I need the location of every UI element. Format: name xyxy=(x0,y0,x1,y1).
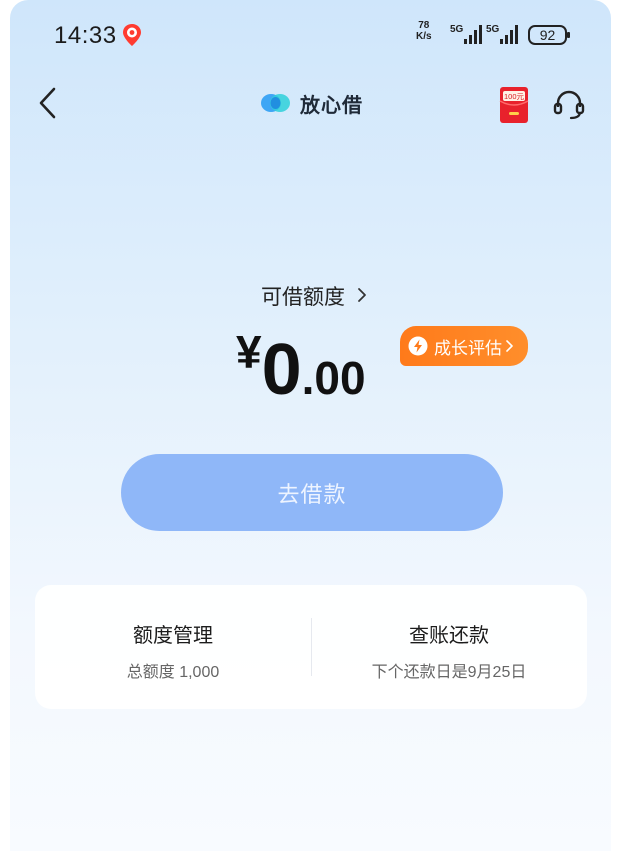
network-speed-value: 78 xyxy=(418,20,430,31)
amount-integer: 0 xyxy=(261,330,302,410)
borrow-button[interactable]: 去借款 xyxy=(121,454,503,531)
chevron-right-icon xyxy=(506,340,513,352)
red-packet-icon[interactable]: 100元 xyxy=(498,85,530,125)
brand-name: 放心借 xyxy=(300,94,363,117)
bill-repayment-title: 查账还款 xyxy=(409,625,489,647)
total-credit-text: 总额度 1,000 xyxy=(126,664,220,681)
available-credit-label[interactable]: 可借额度 xyxy=(261,281,345,311)
credit-management-entry[interactable]: 额度管理 总额度 1,000 xyxy=(35,619,311,682)
brand-logo-icon xyxy=(261,94,290,112)
battery-level: 92 xyxy=(540,27,556,43)
signal2-label: 5G xyxy=(486,24,500,35)
next-repayment-date: 下个还款日是9月25日 xyxy=(371,664,527,681)
status-time: 14:33 xyxy=(54,22,117,49)
chevron-right-icon[interactable] xyxy=(356,286,368,304)
signal1-label: 5G xyxy=(450,24,464,35)
credit-amount: ¥0.00 xyxy=(236,325,366,411)
lightning-icon xyxy=(408,336,428,356)
growth-assessment-badge[interactable]: 成长评估 xyxy=(400,326,528,366)
signal-icon: 5G xyxy=(450,24,482,44)
status-bar: 14:33 78 K/s 5G 5G 92 xyxy=(10,0,611,70)
signal-icon: 5G xyxy=(486,24,518,44)
app-screen: 14:33 78 K/s 5G 5G 92 放心借 100元 可借额度 ¥0.0… xyxy=(10,0,611,851)
map-pin-icon xyxy=(123,24,141,46)
back-icon[interactable] xyxy=(36,86,60,120)
bill-repayment-entry[interactable]: 查账还款 下个还款日是9月25日 xyxy=(311,619,587,682)
battery-icon: 92 xyxy=(528,25,570,45)
credit-management-title: 额度管理 xyxy=(133,625,213,647)
headset-icon[interactable] xyxy=(552,88,586,122)
red-packet-label: 100元 xyxy=(504,92,525,101)
growth-assessment-label: 成长评估 xyxy=(434,338,502,358)
network-speed: 78 K/s xyxy=(416,20,432,42)
network-speed-unit: K/s xyxy=(416,31,432,42)
account-card: 额度管理 总额度 1,000 查账还款 下个还款日是9月25日 xyxy=(35,585,587,709)
amount-decimal: .00 xyxy=(301,352,366,404)
brand-header: 放心借 xyxy=(260,88,363,118)
currency-symbol: ¥ xyxy=(236,326,262,378)
